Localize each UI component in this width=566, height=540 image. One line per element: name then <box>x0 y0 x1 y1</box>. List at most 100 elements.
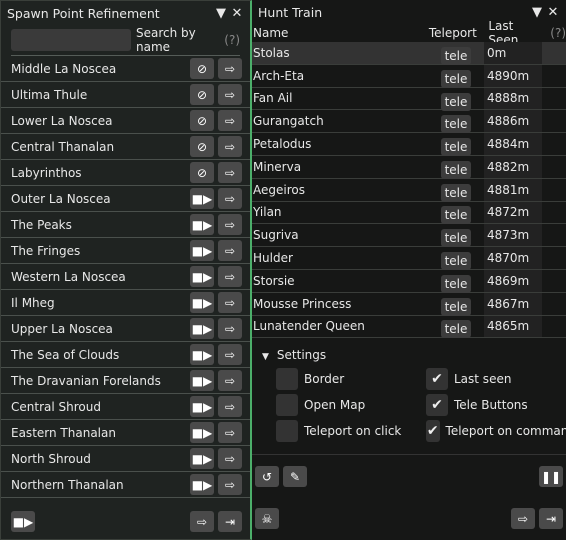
tele-button[interactable]: tele <box>440 274 472 293</box>
setting-checkbox[interactable]: Teleport on click <box>276 420 426 443</box>
camera-icon[interactable]: ■▶ <box>190 344 214 365</box>
checkmark-icon[interactable]: ✔ <box>426 394 448 417</box>
close-icon[interactable]: ✕ <box>546 5 560 20</box>
help-marker[interactable]: (?) <box>550 26 566 40</box>
teleport-button[interactable]: ⇨ <box>218 370 242 391</box>
teleport-button[interactable]: ⇨ <box>218 448 242 469</box>
tele-button[interactable]: tele <box>440 92 472 111</box>
hunt-row[interactable]: Petalodus tele 4884m <box>252 133 566 157</box>
tele-button[interactable]: tele <box>440 69 472 88</box>
camera-icon[interactable]: ■▶ <box>190 240 214 261</box>
camera-off-icon[interactable]: ⊘ <box>190 58 214 79</box>
col-name[interactable]: Name <box>252 26 425 40</box>
setting-checkbox[interactable]: ✔ Last seen <box>426 368 566 391</box>
zone-name: Lower La Noscea <box>11 113 113 128</box>
checkmark-icon[interactable]: ✔ <box>426 368 448 391</box>
tele-button[interactable]: tele <box>440 46 472 65</box>
hunt-row[interactable]: Fan Ail tele 4888m <box>252 87 566 111</box>
teleport-button[interactable]: ⇨ <box>218 136 242 157</box>
setting-checkbox[interactable]: Open Map <box>276 394 426 417</box>
teleport-button[interactable]: ⇨ <box>218 110 242 131</box>
camera-icon[interactable]: ■▶ <box>190 188 214 209</box>
export-button[interactable]: ⇨ <box>511 508 535 529</box>
camera-icon[interactable]: ■▶ <box>190 266 214 287</box>
title-bar[interactable]: Spawn Point Refinement ▼ ✕ <box>1 1 250 25</box>
tele-button[interactable]: tele <box>440 252 472 271</box>
close-icon[interactable]: ✕ <box>230 6 244 21</box>
teleport-button[interactable]: ⇨ <box>218 396 242 417</box>
teleport-button[interactable]: ⇨ <box>218 84 242 105</box>
camera-off-icon[interactable]: ⊘ <box>190 110 214 131</box>
teleport-button[interactable]: ⇨ <box>218 240 242 261</box>
import-button[interactable]: ⇥ <box>539 508 563 529</box>
settings-header[interactable]: ▼ Settings <box>262 348 566 362</box>
camera-icon[interactable]: ■▶ <box>190 318 214 339</box>
teleport-button[interactable]: ⇨ <box>218 344 242 365</box>
checkbox[interactable] <box>276 368 298 391</box>
camera-off-icon[interactable]: ⊘ <box>190 162 214 183</box>
setting-checkbox[interactable]: Border <box>276 368 426 391</box>
tele-button[interactable]: tele <box>440 229 472 248</box>
hunt-row[interactable]: Hulder tele 4870m <box>252 247 566 271</box>
import-button[interactable]: ⇥ <box>218 511 242 532</box>
tele-button[interactable]: tele <box>440 206 472 225</box>
tele-button[interactable]: tele <box>440 160 472 179</box>
teleport-button[interactable]: ⇨ <box>218 188 242 209</box>
pause-icon[interactable]: ❚❚ <box>539 466 563 487</box>
camera-icon[interactable]: ■▶ <box>190 448 214 469</box>
camera-toggle-all-button[interactable]: ■▶ <box>11 511 35 532</box>
teleport-button[interactable]: ⇨ <box>218 162 242 183</box>
camera-icon[interactable]: ■▶ <box>190 474 214 495</box>
help-marker[interactable]: (?) <box>224 33 240 47</box>
camera-off-icon[interactable]: ⊘ <box>190 136 214 157</box>
zone-name: The Peaks <box>11 217 72 232</box>
hunt-name: Stolas <box>253 45 290 60</box>
teleport-button[interactable]: ⇨ <box>218 422 242 443</box>
checkbox[interactable] <box>276 394 298 417</box>
hunt-row[interactable]: Lunatender Queen tele 4865m <box>252 315 566 339</box>
zone-row: Upper La Noscea ■▶ ⇨ <box>1 316 250 342</box>
camera-icon[interactable]: ■▶ <box>190 396 214 417</box>
hunt-row[interactable]: Mousse Princess tele 4867m <box>252 292 566 316</box>
export-button[interactable]: ⇨ <box>190 511 214 532</box>
hunt-row[interactable]: Arch-Eta tele 4890m <box>252 64 566 88</box>
hunt-name: Arch-Eta <box>253 68 305 83</box>
camera-icon[interactable]: ■▶ <box>190 422 214 443</box>
tele-button[interactable]: tele <box>440 297 472 316</box>
teleport-button[interactable]: ⇨ <box>218 318 242 339</box>
teleport-button[interactable]: ⇨ <box>218 58 242 79</box>
hunt-row[interactable]: Storsie tele 4869m <box>252 269 566 293</box>
collapse-icon[interactable]: ▼ <box>530 5 544 20</box>
zone-name: North Shroud <box>11 451 91 466</box>
teleport-button[interactable]: ⇨ <box>218 474 242 495</box>
hunt-row[interactable]: Stolas tele 0m <box>252 42 566 65</box>
collapse-icon[interactable]: ▼ <box>214 6 228 21</box>
setting-checkbox[interactable]: ✔ Teleport on command <box>426 420 566 443</box>
hunt-row[interactable]: Aegeiros tele 4881m <box>252 178 566 202</box>
camera-icon[interactable]: ■▶ <box>190 370 214 391</box>
window-title: Spawn Point Refinement <box>7 5 160 21</box>
tele-button[interactable]: tele <box>440 320 472 339</box>
skull-icon[interactable]: ☠ <box>255 508 279 529</box>
camera-icon[interactable]: ■▶ <box>190 292 214 313</box>
teleport-button[interactable]: ⇨ <box>218 266 242 287</box>
history-icon[interactable]: ↺ <box>255 466 279 487</box>
hunt-row[interactable]: Minerva tele 4882m <box>252 155 566 179</box>
tele-button[interactable]: tele <box>440 138 472 157</box>
camera-icon[interactable]: ■▶ <box>190 214 214 235</box>
hunt-row[interactable]: Sugriva tele 4873m <box>252 224 566 248</box>
syringe-icon[interactable]: ✎ <box>283 466 307 487</box>
search-label: Search by name <box>136 26 196 54</box>
checkbox[interactable] <box>276 420 298 443</box>
col-teleport[interactable]: Teleport <box>425 26 480 40</box>
tele-button[interactable]: tele <box>440 115 472 134</box>
teleport-button[interactable]: ⇨ <box>218 292 242 313</box>
camera-off-icon[interactable]: ⊘ <box>190 84 214 105</box>
search-input[interactable] <box>11 29 131 51</box>
setting-checkbox[interactable]: ✔ Tele Buttons <box>426 394 566 417</box>
checkmark-icon[interactable]: ✔ <box>426 420 440 443</box>
hunt-row[interactable]: Gurangatch tele 4886m <box>252 110 566 134</box>
hunt-row[interactable]: Yilan tele 4872m <box>252 201 566 225</box>
tele-button[interactable]: tele <box>440 183 472 202</box>
teleport-button[interactable]: ⇨ <box>218 214 242 235</box>
